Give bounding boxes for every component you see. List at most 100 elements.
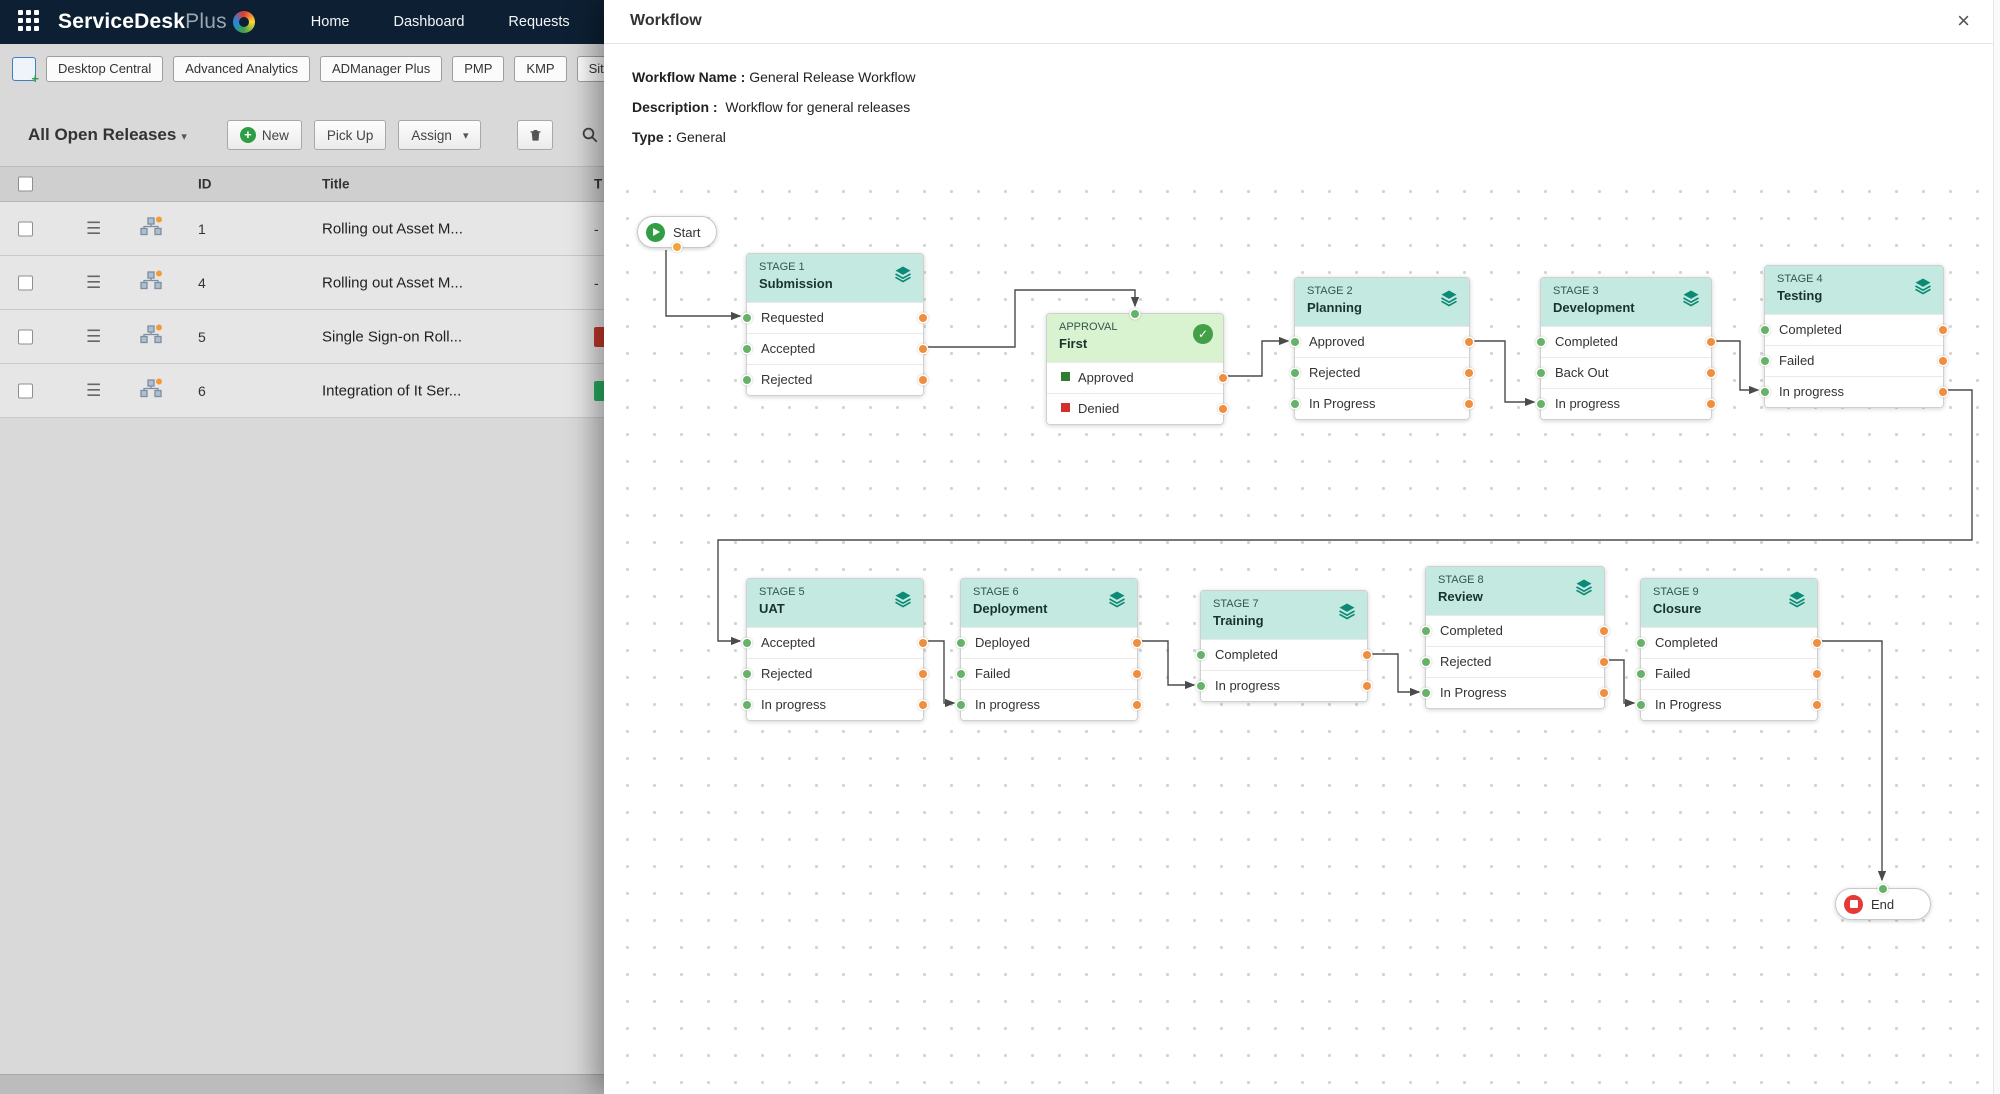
start-node[interactable]: Start [637, 216, 718, 251]
assign-button[interactable]: Assign ▾ [398, 120, 482, 150]
port-out[interactable] [1363, 682, 1371, 690]
status-row[interactable]: Accepted [743, 627, 927, 658]
port-in[interactable] [957, 639, 965, 647]
port-out[interactable] [1707, 400, 1715, 408]
port-out[interactable] [919, 376, 927, 384]
port-out[interactable] [1939, 388, 1947, 396]
tab-admanager-plus[interactable]: ADManager Plus [319, 56, 443, 82]
row-actions-icon[interactable]: ☰ [86, 219, 101, 239]
port-in[interactable] [1537, 369, 1545, 377]
port-out[interactable] [1600, 689, 1608, 697]
port-in[interactable] [743, 639, 751, 647]
port-out[interactable] [919, 345, 927, 353]
stage-node-review[interactable]: STAGE 8 Review Completed Rejected In Pro… [1422, 566, 1608, 709]
port-out[interactable] [1707, 338, 1715, 346]
row-checkbox[interactable] [18, 329, 33, 344]
close-icon[interactable]: × [1957, 8, 1970, 34]
port-out[interactable] [1133, 701, 1141, 709]
tab-desktop-central[interactable]: Desktop Central [46, 56, 164, 82]
row-checkbox[interactable] [18, 383, 33, 398]
port-in[interactable] [1537, 400, 1545, 408]
port-in[interactable] [743, 376, 751, 384]
status-row[interactable]: Failed [1761, 345, 1947, 376]
port-in[interactable] [1637, 701, 1645, 709]
port-in[interactable] [957, 701, 965, 709]
port-out[interactable] [1219, 405, 1227, 413]
release-title[interactable]: Single Sign-on Roll... [322, 328, 462, 345]
port-in[interactable] [1291, 400, 1299, 408]
status-row[interactable]: Completed [1197, 639, 1371, 670]
stage-node-closure[interactable]: STAGE 9 Closure Completed Failed In Prog… [1637, 578, 1821, 721]
add-tab-icon[interactable] [12, 57, 39, 86]
port-in[interactable] [743, 314, 751, 322]
port-in[interactable] [957, 670, 965, 678]
status-row[interactable]: Denied [1047, 393, 1227, 424]
status-row[interactable]: Approved [1291, 326, 1473, 357]
stage-node-deployment[interactable]: STAGE 6 Deployment Deployed Failed In pr… [957, 578, 1141, 721]
tab-advanced-analytics[interactable]: Advanced Analytics [173, 56, 310, 82]
status-row[interactable]: Requested [743, 302, 927, 333]
status-row[interactable]: Rejected [1291, 357, 1473, 388]
status-row[interactable]: Completed [1537, 326, 1715, 357]
release-title[interactable]: Integration of It Ser... [322, 382, 461, 399]
port-in[interactable] [743, 701, 751, 709]
port-in[interactable] [1879, 885, 1887, 893]
status-row[interactable]: Completed [1422, 615, 1608, 646]
status-row[interactable]: In progress [1761, 376, 1947, 407]
status-row[interactable]: Back Out [1537, 357, 1715, 388]
port-out[interactable] [1133, 670, 1141, 678]
port-out[interactable] [1219, 374, 1227, 382]
port-out[interactable] [919, 670, 927, 678]
port-in[interactable] [743, 670, 751, 678]
status-row[interactable]: Deployed [957, 627, 1141, 658]
stage-node-development[interactable]: STAGE 3 Development Completed Back Out I… [1537, 277, 1715, 420]
port-in[interactable] [1637, 670, 1645, 678]
delete-button[interactable] [517, 120, 554, 150]
port-in[interactable] [1761, 357, 1769, 365]
tab-pmp[interactable]: PMP [452, 56, 505, 82]
status-row[interactable]: Rejected [743, 364, 927, 395]
port-out[interactable] [1939, 326, 1947, 334]
search-button[interactable] [581, 126, 599, 144]
stage-node-training[interactable]: STAGE 7 Training Completed In progress [1197, 590, 1371, 702]
port-in[interactable] [1291, 369, 1299, 377]
row-checkbox[interactable] [18, 275, 33, 290]
port-in[interactable] [1422, 627, 1430, 635]
status-row[interactable]: Rejected [743, 658, 927, 689]
port-in[interactable] [1291, 338, 1299, 346]
port-out[interactable] [1813, 701, 1821, 709]
port-in[interactable] [1537, 338, 1545, 346]
status-row[interactable]: Completed [1761, 314, 1947, 345]
port-out[interactable] [919, 314, 927, 322]
release-title[interactable]: Rolling out Asset M... [322, 220, 463, 237]
status-row[interactable]: In progress [957, 689, 1141, 720]
row-actions-icon[interactable]: ☰ [86, 381, 101, 401]
select-all-checkbox[interactable] [18, 176, 33, 192]
port-in[interactable] [1422, 658, 1430, 666]
modal-scrollbar[interactable] [1993, 0, 2000, 1094]
port-out[interactable] [1363, 651, 1371, 659]
status-row[interactable]: Approved [1047, 362, 1227, 393]
end-node[interactable]: End [1835, 885, 1931, 920]
status-row[interactable]: In Progress [1637, 689, 1821, 720]
port-out[interactable] [919, 639, 927, 647]
port-out[interactable] [1133, 639, 1141, 647]
release-title[interactable]: Rolling out Asset M... [322, 274, 463, 291]
apps-grid-icon[interactable] [18, 10, 42, 34]
status-row[interactable]: In Progress [1291, 388, 1473, 419]
port-out[interactable] [1939, 357, 1947, 365]
nav-item-home[interactable]: Home [311, 14, 350, 30]
row-checkbox[interactable] [18, 221, 33, 236]
port-in[interactable] [1761, 326, 1769, 334]
stage-node-testing[interactable]: STAGE 4 Testing Completed Failed In prog… [1761, 265, 1947, 408]
status-row[interactable]: Completed [1637, 627, 1821, 658]
port-out[interactable] [673, 243, 682, 251]
filter-dropdown[interactable]: All Open Releases ▾ [28, 125, 187, 145]
port-in[interactable] [1761, 388, 1769, 396]
status-row[interactable]: Failed [1637, 658, 1821, 689]
port-out[interactable] [919, 701, 927, 709]
nav-item-requests[interactable]: Requests [508, 14, 569, 30]
status-row[interactable]: In progress [1537, 388, 1715, 419]
port-out[interactable] [1813, 670, 1821, 678]
port-out[interactable] [1465, 338, 1473, 346]
